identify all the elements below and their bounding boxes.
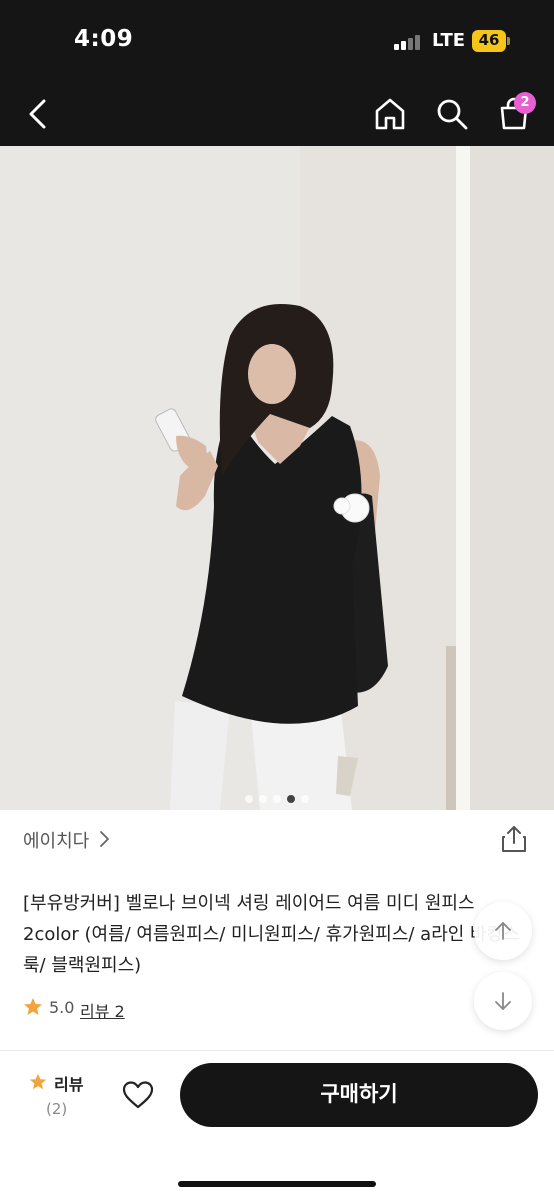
status-time: 4:09 [74, 26, 134, 52]
pagination-dot[interactable] [259, 795, 267, 803]
cart-count-badge: 2 [514, 92, 536, 114]
product-photo-illustration [0, 146, 554, 810]
review-link[interactable]: 리뷰 2 [80, 998, 125, 1022]
review-tab-label[interactable]: 리뷰 [54, 1071, 83, 1095]
scroll-up-button[interactable] [474, 902, 532, 960]
rating-score: 5.0 [49, 998, 75, 1017]
top-bar: 4:09 LTE 46 [0, 0, 554, 146]
pagination-dot-active[interactable] [287, 795, 295, 803]
battery-icon: 46 [472, 30, 510, 52]
arrow-up-icon [495, 922, 511, 940]
home-icon[interactable] [372, 96, 408, 132]
heart-icon[interactable] [122, 1080, 154, 1110]
product-image[interactable] [0, 146, 554, 810]
share-icon[interactable] [500, 824, 528, 854]
network-label: LTE [432, 30, 466, 51]
scroll-down-button[interactable] [474, 972, 532, 1030]
review-tab-count: (2) [46, 1100, 68, 1118]
arrow-down-icon [495, 992, 511, 1010]
search-icon[interactable] [434, 96, 470, 132]
gallery-pagination [0, 788, 554, 803]
home-indicator[interactable] [178, 1181, 376, 1187]
product-title: [부유방커버] 벨로나 브이넥 셔링 레이어드 여름 미디 원피스 2color… [23, 893, 520, 976]
signal-icon [394, 34, 424, 50]
star-icon [29, 1073, 47, 1090]
brand-link[interactable]: 에이치다 [23, 827, 89, 853]
divider [0, 1050, 554, 1051]
star-icon [24, 998, 42, 1015]
battery-level: 46 [478, 31, 500, 49]
pagination-dot[interactable] [273, 795, 281, 803]
chevron-right-icon[interactable] [97, 829, 111, 849]
pagination-dot[interactable] [301, 795, 309, 803]
buy-button[interactable]: 구매하기 [180, 1063, 538, 1127]
pagination-dot[interactable] [245, 795, 253, 803]
chevron-left-icon[interactable] [22, 96, 56, 132]
